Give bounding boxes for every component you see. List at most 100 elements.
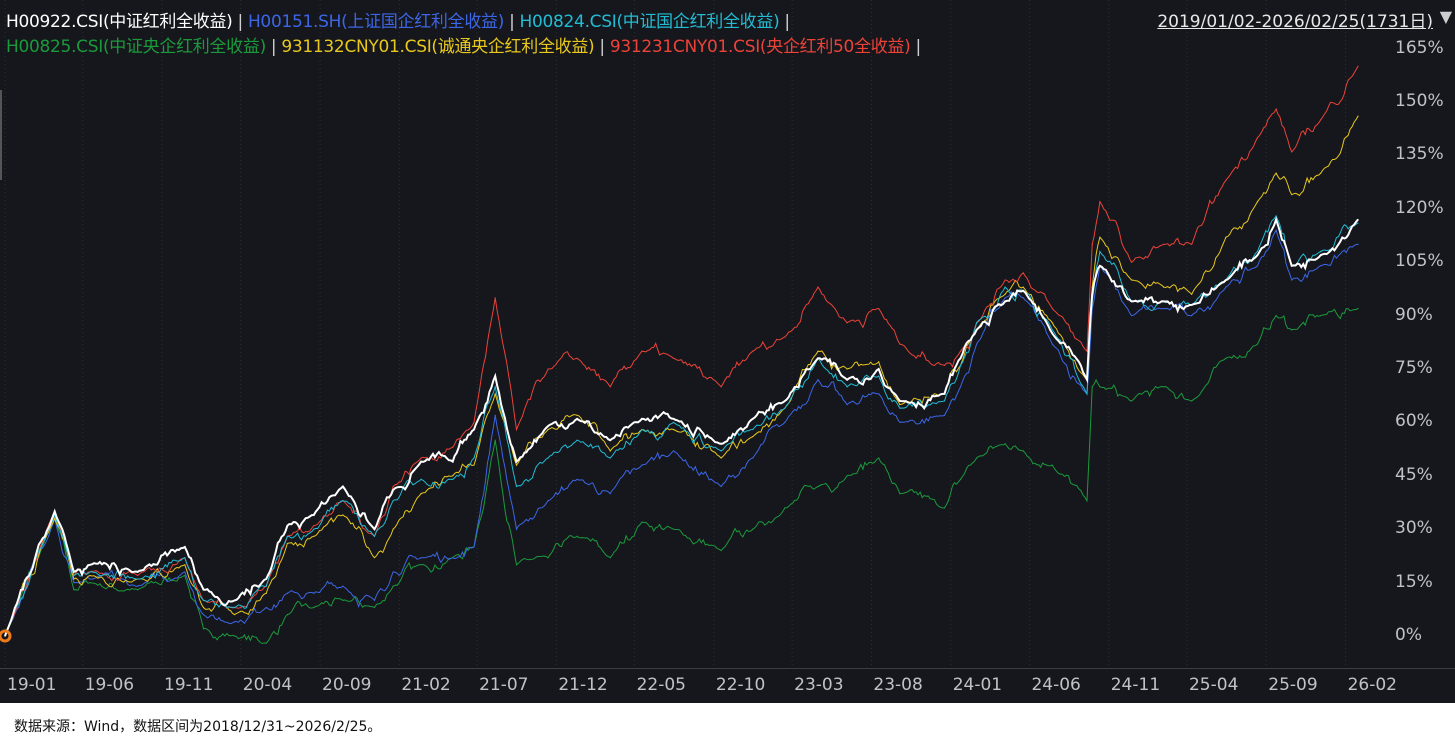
data-point [641, 428, 643, 431]
data-point [641, 464, 643, 466]
data-point [1051, 307, 1053, 310]
data-point [494, 386, 496, 388]
data-point [959, 386, 962, 388]
data-point [846, 379, 848, 381]
data-point [392, 500, 394, 502]
data-point [1256, 265, 1259, 267]
data-point [420, 460, 422, 463]
data-point [184, 571, 186, 573]
legend-entry[interactable]: H00151.SH(上证国企红利全收益) [248, 12, 504, 32]
legend-entry[interactable]: H00825.CSI(中证央企红利全收益) [6, 37, 266, 57]
data-point [1191, 304, 1193, 306]
x-tick-label: 24-01 [952, 675, 1003, 695]
legend-entry[interactable]: 931132CNY01.CSI(诚通央企红利全收益) [281, 37, 594, 57]
data-point [1275, 172, 1277, 174]
x-tick-label: 25-04 [1188, 675, 1239, 695]
x-tick-label: 19-11 [164, 675, 214, 695]
data-point [89, 571, 91, 573]
data-point [846, 404, 848, 406]
legend-row-2: H00825.CSI(中证央企红利全收益) | 931132CNY01.CSI(诚通… [6, 32, 926, 57]
data-point [752, 350, 754, 352]
date-range-selector[interactable]: 2019/01/02-2026/02/25(1731日) [1157, 7, 1433, 32]
data-point [752, 428, 754, 431]
data-point [1004, 297, 1006, 299]
data-point [641, 521, 643, 523]
data-point [899, 400, 901, 402]
data-point [342, 485, 344, 488]
data-point [1004, 286, 1006, 288]
legend-separator: | [915, 37, 922, 57]
data-point [720, 549, 722, 552]
data-point [233, 621, 236, 623]
data-point [943, 364, 946, 367]
data-point [1291, 151, 1293, 153]
data-point [452, 557, 454, 559]
data-point [1357, 218, 1359, 221]
data-point [672, 450, 675, 452]
data-point [1256, 343, 1259, 345]
data-point [1275, 108, 1277, 110]
data-point [184, 546, 186, 548]
data-point [1051, 343, 1053, 345]
data-point [265, 606, 267, 609]
data-point [452, 478, 454, 480]
data-point [1191, 293, 1193, 295]
data-point [265, 585, 267, 587]
data-point [1320, 254, 1322, 256]
data-point [720, 443, 722, 445]
x-tick-label: 24-06 [1031, 675, 1081, 695]
data-point [576, 439, 578, 441]
data-point [817, 357, 819, 359]
data-point [515, 485, 518, 488]
y-tick-label: 15% [1395, 571, 1433, 592]
legend-separator: | [270, 37, 277, 57]
data-point [1130, 400, 1133, 402]
x-tick-label: 19-06 [84, 675, 135, 695]
data-point [1275, 218, 1277, 221]
data-point [202, 589, 205, 591]
data-point [576, 357, 578, 359]
data-point [672, 528, 675, 530]
data-point [137, 578, 139, 580]
data-point [720, 386, 722, 388]
data-point [1225, 357, 1227, 359]
legend-entry[interactable]: H00824.CSI(中证国企红利全收益) [520, 12, 780, 32]
data-point [1051, 464, 1053, 466]
data-point [752, 418, 754, 420]
y-tick-label: 60% [1395, 411, 1433, 432]
data-point [1022, 290, 1024, 292]
data-point [1225, 286, 1227, 288]
data-point [286, 592, 289, 594]
data-point [720, 457, 722, 459]
data-point [1225, 236, 1227, 238]
data-point [1163, 307, 1165, 310]
data-point [494, 414, 496, 416]
y-tick-label: 135% [1395, 144, 1444, 165]
data-point [1022, 297, 1024, 299]
legend-entry[interactable]: H00922.CSI(中证红利全收益) [6, 12, 233, 32]
data-point [943, 414, 946, 416]
legend-entry[interactable]: 931231CNY01.CSI(央企红利50全收益) [610, 37, 911, 57]
data-point [1256, 254, 1259, 256]
data-point [817, 286, 819, 288]
data-point [1275, 315, 1277, 317]
y-tick-label: 90% [1395, 304, 1433, 325]
data-point [672, 357, 675, 359]
data-point [1130, 300, 1133, 302]
data-point [1256, 250, 1259, 253]
dropdown-triangle-icon[interactable]: ▼ [1440, 7, 1452, 26]
data-point [878, 375, 880, 377]
data-point [1320, 119, 1322, 121]
data-point [373, 528, 376, 530]
data-point [342, 514, 344, 516]
data-point [392, 571, 394, 573]
data-point [976, 457, 978, 459]
data-point [233, 635, 236, 637]
data-point [265, 578, 267, 580]
data-point [286, 535, 289, 537]
series-line [4, 214, 1359, 637]
data-point [286, 542, 289, 545]
data-point [184, 557, 186, 559]
data-point [420, 478, 422, 480]
data-point [1091, 293, 1093, 295]
